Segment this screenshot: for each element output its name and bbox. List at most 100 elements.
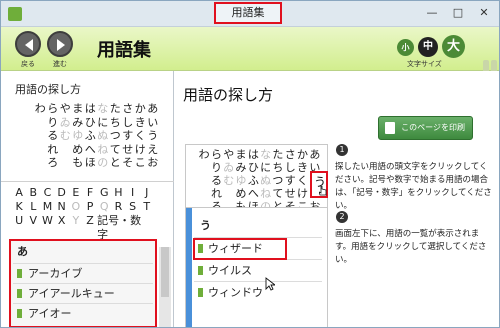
alpha-cell[interactable]: K	[12, 200, 26, 214]
alpha-cell[interactable]: I	[126, 186, 140, 200]
kana-cell[interactable]: け	[134, 143, 147, 157]
kana-cell[interactable]: る	[210, 174, 222, 187]
list-item[interactable]: アイアールキュー	[13, 283, 153, 302]
alpha-cell[interactable]: S	[126, 200, 140, 214]
kana-cell[interactable]: つ	[272, 174, 284, 187]
alpha-cell[interactable]: E	[69, 186, 83, 200]
alpha-cell[interactable]: R	[111, 200, 125, 214]
kana-cell[interactable]: せ	[284, 187, 296, 200]
print-button[interactable]: このページを印刷	[378, 116, 473, 140]
list-scrollbar[interactable]	[159, 247, 171, 327]
kana-cell[interactable]: に	[97, 116, 110, 130]
kana-cell[interactable]: ゆ	[72, 129, 85, 143]
kana-cell[interactable]: た	[109, 102, 122, 116]
kana-cell[interactable]: ら	[210, 148, 222, 161]
kana-cell[interactable]: ま	[72, 102, 85, 116]
kana-cell[interactable]: み	[72, 116, 85, 130]
kana-cell[interactable]: し	[284, 161, 296, 174]
kana-cell[interactable]: え	[147, 143, 160, 157]
kana-cell[interactable]: き	[296, 161, 308, 174]
alpha-cell[interactable]: O	[69, 200, 83, 214]
symbols-numbers-link[interactable]: 記号・数字	[97, 214, 147, 241]
kana-cell[interactable]: は	[247, 148, 259, 161]
kana-cell[interactable]: な	[97, 102, 110, 116]
alpha-cell[interactable]: N	[55, 200, 69, 214]
alpha-cell[interactable]: M	[40, 200, 54, 214]
kana-cell[interactable]: ぬ	[259, 174, 271, 187]
kana-cell[interactable]: そ	[122, 156, 135, 170]
kana-cell[interactable]: め	[235, 187, 247, 200]
minimize-button[interactable]: —	[421, 5, 443, 21]
kana-cell[interactable]: ま	[235, 148, 247, 161]
alpha-cell[interactable]: T	[140, 200, 154, 214]
alpha-cell[interactable]: W	[40, 214, 54, 228]
kana-cell[interactable]: い	[147, 116, 160, 130]
kana-cell[interactable]: し	[122, 116, 135, 130]
font-size-medium-button[interactable]: 中	[418, 37, 438, 57]
kana-cell[interactable]: ゐ	[223, 161, 235, 174]
forward-button[interactable]	[47, 31, 73, 57]
kana-cell[interactable]: す	[284, 174, 296, 187]
kana-cell[interactable]: く	[134, 129, 147, 143]
kana-cell[interactable]: わ	[198, 148, 210, 161]
kana-cell[interactable]: む	[223, 174, 235, 187]
kana-cell[interactable]: ひ	[247, 161, 259, 174]
alpha-cell[interactable]: X	[55, 214, 69, 228]
kana-cell[interactable]: ふ	[247, 174, 259, 187]
kana-cell[interactable]: む	[59, 129, 72, 143]
kana-cell[interactable]: り	[210, 161, 222, 174]
kana-cell[interactable]: さ	[284, 148, 296, 161]
kana-cell[interactable]: お	[147, 156, 160, 170]
alpha-cell[interactable]: Q	[97, 200, 111, 214]
kana-cell[interactable]: の	[97, 156, 110, 170]
list-item[interactable]: アーカイブ	[13, 263, 153, 282]
kana-cell[interactable]: と	[109, 156, 122, 170]
kana-cell[interactable]: に	[259, 161, 271, 174]
kana-cell[interactable]: わ	[34, 102, 47, 116]
example-list-item[interactable]: ウィンドウ	[194, 281, 322, 303]
kana-cell[interactable]: ね	[97, 143, 110, 157]
back-button[interactable]	[15, 31, 41, 57]
kana-cell[interactable]: け	[296, 187, 308, 200]
kana-cell[interactable]: ち	[272, 161, 284, 174]
kana-cell[interactable]: ふ	[84, 129, 97, 143]
kana-cell[interactable]: ろ	[47, 156, 60, 170]
kana-cell[interactable]: や	[59, 102, 72, 116]
kana-cell[interactable]: や	[223, 148, 235, 161]
kana-cell[interactable]: み	[235, 161, 247, 174]
kana-cell[interactable]: へ	[84, 143, 97, 157]
kana-cell[interactable]: か	[296, 148, 308, 161]
alpha-cell[interactable]: L	[26, 200, 40, 214]
kana-cell[interactable]: ら	[47, 102, 60, 116]
maximize-button[interactable]: □	[447, 5, 469, 21]
kana-cell[interactable]: ゆ	[235, 174, 247, 187]
alpha-cell[interactable]: Z	[83, 214, 97, 228]
alpha-cell[interactable]: J	[140, 186, 154, 200]
kana-cell[interactable]: ね	[259, 187, 271, 200]
kana-cell[interactable]: こ	[134, 156, 147, 170]
kana-cell[interactable]: て	[272, 187, 284, 200]
kana-cell[interactable]: ち	[109, 116, 122, 130]
kana-cell[interactable]: も	[72, 156, 85, 170]
alpha-cell[interactable]: H	[111, 186, 125, 200]
kana-cell[interactable]: す	[122, 129, 135, 143]
kana-cell[interactable]: て	[109, 143, 122, 157]
kana-cell[interactable]: り	[47, 116, 60, 130]
kana-cell[interactable]: は	[84, 102, 97, 116]
alpha-cell[interactable]: C	[40, 186, 54, 200]
alpha-cell[interactable]: P	[83, 200, 97, 214]
kana-cell[interactable]: あ	[147, 102, 160, 116]
alpha-cell[interactable]: U	[12, 214, 26, 228]
kana-cell[interactable]: つ	[109, 129, 122, 143]
alpha-cell[interactable]: Y	[69, 214, 83, 228]
kana-cell[interactable]: く	[296, 174, 308, 187]
kana-cell[interactable]: せ	[122, 143, 135, 157]
kana-cell[interactable]: ひ	[84, 116, 97, 130]
alpha-cell[interactable]: D	[55, 186, 69, 200]
kana-cell[interactable]: さ	[122, 102, 135, 116]
alpha-cell[interactable]: F	[83, 186, 97, 200]
close-button[interactable]: ✕	[473, 5, 495, 21]
kana-cell[interactable]: ほ	[84, 156, 97, 170]
font-size-large-button[interactable]: 大	[442, 35, 465, 58]
list-item[interactable]: アイオー	[13, 303, 153, 322]
